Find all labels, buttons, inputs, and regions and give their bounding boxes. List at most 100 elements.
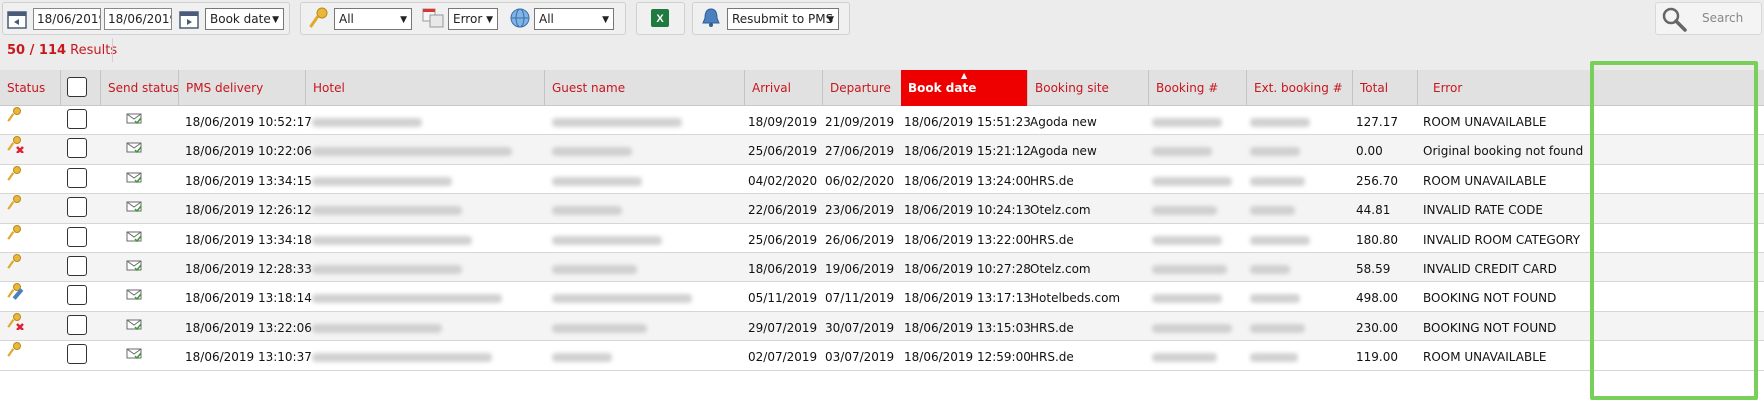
date-from-input[interactable]: 18/06/2019 xyxy=(33,8,101,30)
cell-total: 256.70 xyxy=(1356,173,1398,188)
globe-icon xyxy=(510,8,530,28)
bookings-table: Status Send status PMS delivery Hotel Gu… xyxy=(0,70,1764,401)
table-row[interactable]: 18/06/2019 10:52:17 18/09/2019 21/09/2019 1… xyxy=(0,104,1764,138)
cell-departure: 06/02/2020 xyxy=(825,173,895,188)
cell-departure: 19/06/2019 xyxy=(825,262,895,276)
cell-booking-site: HRS.de xyxy=(1030,320,1074,335)
header-arrival[interactable]: Arrival xyxy=(745,70,822,106)
header-ext-booking-no[interactable]: Ext. booking # xyxy=(1247,70,1352,106)
calendar-prev-icon[interactable] xyxy=(6,8,28,30)
table-row[interactable]: 18/06/2019 10:22:06 25/06/2019 27/06/2019 1… xyxy=(0,133,1764,167)
cell-departure: 30/07/2019 xyxy=(825,320,895,335)
redacted-ext-booking-no xyxy=(1250,323,1305,333)
header-hotel[interactable]: Hotel xyxy=(306,70,544,106)
key-icon[interactable] xyxy=(6,104,24,136)
header-error[interactable]: Error xyxy=(1426,70,1556,106)
row-checkbox[interactable] xyxy=(67,109,87,129)
search-icon[interactable] xyxy=(1660,5,1688,33)
cell-error[interactable]: ROOM UNAVAILABLE xyxy=(1423,106,1546,138)
select-all-checkbox[interactable] xyxy=(67,77,87,97)
cell-error[interactable]: INVALID RATE CODE xyxy=(1423,194,1543,226)
header-book-date[interactable]: ▲ Book date xyxy=(901,70,1027,106)
date-type-value: Book date xyxy=(210,12,271,26)
error-filter-select[interactable]: Error ▼ xyxy=(448,8,498,30)
results-label: Results xyxy=(66,43,118,58)
redacted-ext-booking-no xyxy=(1250,265,1290,274)
sort-asc-icon: ▲ xyxy=(961,71,968,80)
redacted-booking-no xyxy=(1152,294,1222,304)
cell-error[interactable]: ROOM UNAVAILABLE xyxy=(1423,165,1546,197)
redacted-booking-no xyxy=(1152,323,1232,333)
cell-departure: 26/06/2019 xyxy=(825,232,895,247)
row-checkbox[interactable] xyxy=(67,314,87,335)
cell-error[interactable]: ROOM UNAVAILABLE xyxy=(1423,341,1546,373)
cell-error[interactable]: INVALID CREDIT CARD xyxy=(1423,253,1557,285)
row-checkbox[interactable] xyxy=(67,226,87,247)
sent-mail-icon xyxy=(126,223,142,255)
key-icon[interactable] xyxy=(6,339,24,371)
table-row[interactable]: 18/06/2019 12:26:12 22/06/2019 23/06/2019 1… xyxy=(0,192,1764,226)
header-booking-site[interactable]: Booking site xyxy=(1028,70,1148,106)
key-edit-icon[interactable] xyxy=(6,280,24,312)
cell-arrival: 18/09/2019 xyxy=(748,115,818,129)
site-filter-select[interactable]: All ▼ xyxy=(534,8,614,30)
date-to-input[interactable]: 18/06/2019 xyxy=(104,8,172,30)
header-send-status[interactable]: Send status xyxy=(101,70,179,106)
row-checkbox[interactable] xyxy=(67,344,87,365)
error-filter-value: Error xyxy=(453,12,483,26)
cell-error[interactable]: BOOKING NOT FOUND xyxy=(1423,312,1556,344)
key-icon[interactable] xyxy=(6,192,24,224)
redacted-guest-name xyxy=(552,294,692,304)
header-departure[interactable]: Departure xyxy=(823,70,901,106)
table-row[interactable]: 18/06/2019 13:34:15 04/02/2020 06/02/2020 1… xyxy=(0,163,1764,197)
key-icon[interactable] xyxy=(6,222,24,254)
action-select-value: Resubmit to PMS xyxy=(732,12,834,26)
redacted-hotel xyxy=(312,206,462,216)
cell-arrival: 18/06/2019 xyxy=(748,262,818,276)
header-booking-no[interactable]: Booking # xyxy=(1149,70,1246,106)
key-icon[interactable] xyxy=(6,251,24,283)
row-checkbox[interactable] xyxy=(67,138,87,159)
table-row[interactable]: 18/06/2019 13:34:18 25/06/2019 26/06/2019 1… xyxy=(0,224,1764,253)
redacted-hotel xyxy=(312,323,442,333)
row-checkbox[interactable] xyxy=(67,197,87,218)
table-row[interactable]: 18/06/2019 12:28:33 18/06/2019 19/06/2019 1… xyxy=(0,251,1764,285)
status-filter-value: All xyxy=(339,12,354,26)
header-status[interactable]: Status xyxy=(0,70,60,106)
redacted-booking-no xyxy=(1152,147,1212,157)
date-type-select[interactable]: Book date ▼ xyxy=(205,8,284,30)
chevron-down-icon: ▼ xyxy=(272,15,279,25)
cell-error[interactable]: BOOKING NOT FOUND xyxy=(1423,282,1556,314)
header-guest-name[interactable]: Guest name xyxy=(545,70,744,106)
search-input[interactable]: Search xyxy=(1702,11,1743,25)
sent-mail-icon xyxy=(126,252,142,284)
cell-booking-site: Otelz.com xyxy=(1030,203,1091,218)
status-filter-select[interactable]: All ▼ xyxy=(334,8,412,30)
header-pms-delivery[interactable]: PMS delivery xyxy=(179,70,305,106)
row-checkbox[interactable] xyxy=(67,285,87,306)
table-row[interactable]: 18/06/2019 13:10:37 02/07/2019 03/07/2019 1… xyxy=(0,339,1764,373)
cell-pms-delivery: 18/06/2019 12:26:12 xyxy=(185,203,312,218)
cell-error[interactable]: Original booking not found xyxy=(1423,135,1583,167)
calendar-next-icon[interactable] xyxy=(178,8,200,30)
cell-departure: 23/06/2019 xyxy=(825,203,895,218)
redacted-hotel xyxy=(312,235,472,245)
results-sep: / xyxy=(25,43,39,58)
key-error-icon[interactable] xyxy=(6,133,24,165)
table-row[interactable]: 18/06/2019 13:22:06 29/07/2019 30/07/2019 1… xyxy=(0,310,1764,344)
cell-error[interactable]: INVALID ROOM CATEGORY xyxy=(1423,224,1580,256)
row-checkbox[interactable] xyxy=(67,256,87,276)
key-icon[interactable] xyxy=(6,163,24,195)
row-checkbox[interactable] xyxy=(67,167,87,188)
table-row[interactable]: 18/06/2019 13:18:14 05/11/2019 07/11/2019 1… xyxy=(0,280,1764,314)
redacted-hotel xyxy=(312,265,462,274)
cell-booking-site: HRS.de xyxy=(1030,232,1074,247)
excel-icon[interactable]: X xyxy=(650,7,670,29)
results-bar: 50 / 114 Results xyxy=(0,38,1764,62)
redacted-ext-booking-no xyxy=(1250,235,1310,245)
results-shown: 50 xyxy=(7,43,26,58)
action-select[interactable]: Resubmit to PMS ▼ xyxy=(727,8,839,30)
cell-total: 44.81 xyxy=(1356,203,1391,218)
header-total[interactable]: Total xyxy=(1353,70,1417,106)
key-error-icon[interactable] xyxy=(6,310,24,342)
